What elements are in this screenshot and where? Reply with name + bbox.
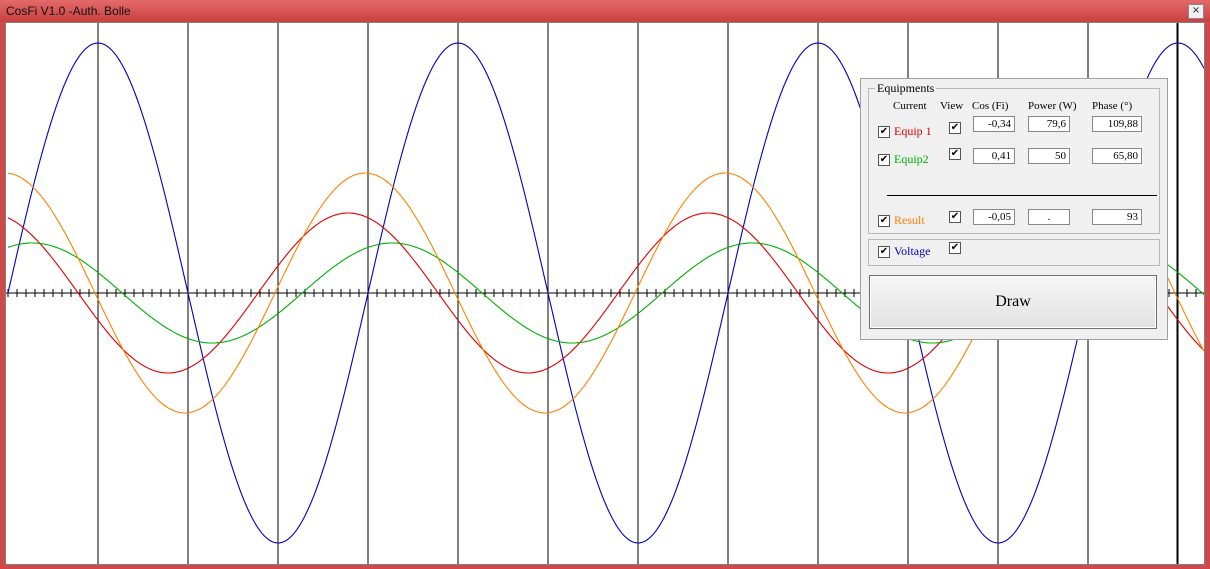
equip2-view-checkbox[interactable]: ✔ bbox=[949, 148, 961, 160]
equip2-current-checkbox[interactable]: ✔ bbox=[878, 154, 890, 166]
equipments-group: Equipments Current View Cos (Fi) Power (… bbox=[868, 81, 1160, 234]
result-phase-field[interactable]: 93 bbox=[1092, 209, 1142, 225]
equip1-power-field[interactable]: 79,6 bbox=[1028, 116, 1070, 132]
equip2-cos-field[interactable]: 0,41 bbox=[973, 148, 1015, 164]
equip1-current-checkbox[interactable]: ✔ bbox=[878, 126, 890, 138]
header-phase: Phase (°) bbox=[1092, 100, 1133, 112]
equip1-cos-field[interactable]: -0,34 bbox=[973, 116, 1015, 132]
equip2-power-field[interactable]: 50 bbox=[1028, 148, 1070, 164]
equip1-label: Equip 1 bbox=[894, 124, 932, 138]
equip1-view-checkbox[interactable]: ✔ bbox=[949, 122, 961, 134]
voltage-label: Voltage bbox=[894, 244, 931, 258]
result-current-checkbox[interactable]: ✔ bbox=[878, 215, 890, 227]
result-cos-field[interactable]: -0,05 bbox=[973, 209, 1015, 225]
window-title: CosFi V1.0 -Auth. Bolle bbox=[6, 4, 131, 18]
header-view: View bbox=[940, 100, 964, 112]
result-label: Result bbox=[894, 213, 925, 227]
equip2-label: Equip2 bbox=[894, 152, 929, 166]
voltage-group: ✔ Voltage ✔ bbox=[868, 239, 1160, 266]
draw-button[interactable]: Draw bbox=[869, 275, 1157, 329]
voltage-current-checkbox[interactable]: ✔ bbox=[878, 246, 890, 258]
equip1-phase-field[interactable]: 109,88 bbox=[1092, 116, 1142, 132]
header-power: Power (W) bbox=[1028, 100, 1077, 112]
close-icon[interactable]: × bbox=[1188, 4, 1204, 19]
plot-area: Equipments Current View Cos (Fi) Power (… bbox=[5, 22, 1205, 565]
result-power-field[interactable]: . bbox=[1028, 209, 1070, 225]
header-cos: Cos (Fi) bbox=[972, 100, 1009, 112]
title-bar: CosFi V1.0 -Auth. Bolle × bbox=[0, 0, 1210, 22]
result-view-checkbox[interactable]: ✔ bbox=[949, 211, 961, 223]
header-current: Current bbox=[893, 100, 927, 112]
group-title: Equipments bbox=[875, 81, 937, 96]
equip2-phase-field[interactable]: 65,80 bbox=[1092, 148, 1142, 164]
settings-panel: Equipments Current View Cos (Fi) Power (… bbox=[860, 78, 1168, 340]
result-separator bbox=[887, 195, 1157, 196]
voltage-view-checkbox[interactable]: ✔ bbox=[949, 242, 961, 254]
